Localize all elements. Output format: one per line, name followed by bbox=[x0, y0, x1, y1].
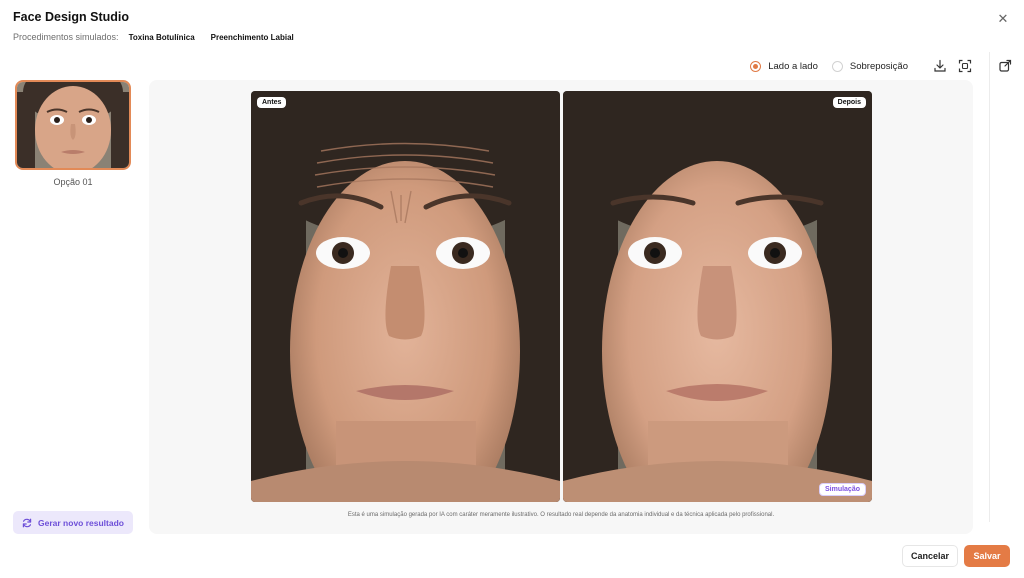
option-label: Opção 01 bbox=[53, 177, 93, 187]
face-thumbnail-image bbox=[17, 82, 129, 168]
refresh-icon bbox=[22, 518, 32, 527]
procedures-label: Procedimentos simulados: bbox=[13, 32, 119, 42]
view-mode-side-by-side[interactable]: Lado a lado bbox=[750, 60, 818, 72]
radio-checked-icon bbox=[750, 60, 762, 72]
procedure-chip: Preenchimento Labial bbox=[210, 32, 294, 42]
option-thumbnail[interactable] bbox=[15, 80, 131, 170]
view-mode-label: Lado a lado bbox=[768, 60, 818, 72]
save-button[interactable]: Salvar bbox=[964, 545, 1010, 567]
before-photo: Antes bbox=[251, 91, 560, 502]
before-tag: Antes bbox=[257, 97, 287, 108]
app-title: Face Design Studio bbox=[13, 10, 129, 24]
open-external-icon[interactable] bbox=[998, 59, 1012, 73]
disclaimer-text: Esta é uma simulação gerada por IA com c… bbox=[347, 512, 775, 518]
procedure-chip: Toxina Botulínica bbox=[128, 32, 195, 42]
after-photo: Depois Simulação bbox=[563, 91, 872, 502]
simulation-badge: Simulação bbox=[818, 483, 866, 496]
after-face-image bbox=[563, 91, 872, 502]
header: Face Design Studio bbox=[13, 10, 129, 24]
fullscreen-icon[interactable] bbox=[958, 59, 972, 73]
right-rail-divider bbox=[989, 52, 990, 522]
download-icon[interactable] bbox=[933, 59, 947, 73]
view-toolbar: Lado a lado Sobreposição bbox=[750, 58, 972, 74]
view-mode-overlay[interactable]: Sobreposição bbox=[831, 60, 908, 72]
view-mode-label: Sobreposição bbox=[849, 60, 908, 72]
procedures-row: Procedimentos simulados: Toxina Botulíni… bbox=[13, 32, 294, 42]
regenerate-button[interactable]: Gerar novo resultado bbox=[13, 511, 133, 534]
after-tag: Depois bbox=[832, 97, 866, 108]
radio-unchecked-icon bbox=[831, 60, 843, 72]
before-face-image bbox=[251, 91, 560, 502]
cancel-button[interactable]: Cancelar bbox=[902, 545, 958, 567]
close-icon[interactable]: ✕ bbox=[996, 12, 1010, 26]
regenerate-label: Gerar novo resultado bbox=[38, 517, 124, 528]
